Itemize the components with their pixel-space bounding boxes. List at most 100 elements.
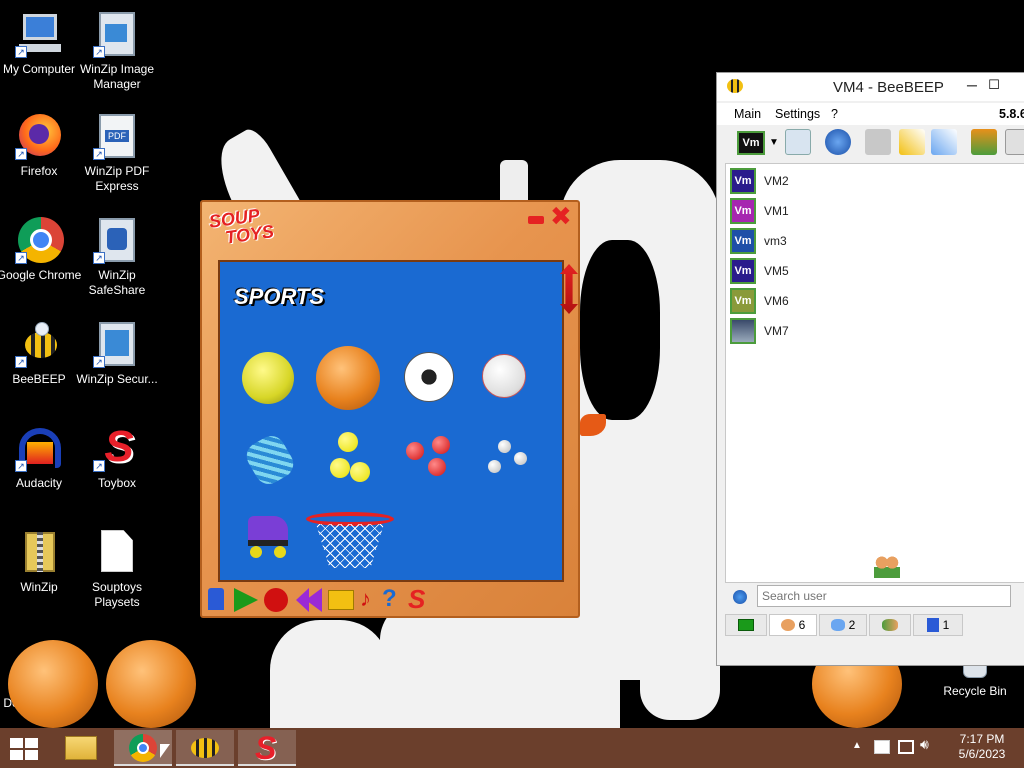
taskbar: S ▲ 🔊︎ 7:17 PM 5/6/2023: [0, 728, 1024, 768]
edit-icon[interactable]: [899, 129, 925, 155]
user-avatar: Vm: [730, 228, 756, 254]
clock[interactable]: 7:17 PM 5/6/2023: [950, 732, 1014, 762]
record-button[interactable]: [264, 588, 288, 612]
user-row-vm7[interactable]: VM7: [730, 318, 789, 344]
baseball-toy[interactable]: [482, 354, 526, 398]
basketball-toy[interactable]: [8, 640, 98, 728]
tennis-ball-toy[interactable]: [242, 352, 294, 404]
red-ball-toy[interactable]: [428, 458, 446, 476]
window-title: VM4 - BeeBEEP: [833, 79, 944, 96]
update-icon[interactable]: [971, 129, 997, 155]
souptoys-s-button[interactable]: S: [408, 584, 430, 614]
roller-skate-toy[interactable]: [244, 512, 292, 560]
soup-toys-logo: SOUP TOYS: [208, 203, 282, 248]
red-ball-toy[interactable]: [406, 442, 424, 460]
profile-icon[interactable]: [785, 129, 811, 155]
taskbar-file-explorer[interactable]: [52, 730, 110, 766]
menu-settings[interactable]: Settings: [775, 107, 820, 121]
user-avatar: [730, 318, 756, 344]
desktop-icon-winzip-secure[interactable]: ↗ WinZip Secur...: [72, 320, 162, 387]
tab-files[interactable]: 1: [913, 614, 963, 636]
desktop-icon-label: Souptoys Playsets: [91, 580, 143, 609]
desktop-icon-toybox[interactable]: S ↗ Toybox: [72, 424, 162, 491]
clock-time: 7:17 PM: [959, 732, 1005, 746]
user-row-vm1[interactable]: Vm VM1: [730, 198, 789, 224]
close-button[interactable]: ✖: [550, 203, 574, 229]
basketball-toy[interactable]: [316, 346, 380, 410]
tab-chat[interactable]: [725, 614, 767, 636]
users-group-icon: [874, 556, 900, 578]
user-avatar: Vm: [730, 168, 756, 194]
rewind-button[interactable]: [296, 588, 322, 612]
user-row-vm5[interactable]: Vm VM5: [730, 258, 789, 284]
desktop-icon-label: Firefox: [20, 164, 58, 178]
slinky-toy[interactable]: [241, 430, 299, 490]
white-ball-toy[interactable]: [488, 460, 501, 473]
document-icon: [93, 528, 141, 576]
wallpaper-figure-lower: [380, 600, 620, 730]
winzip-secure-icon: ↗: [93, 320, 141, 368]
play-button[interactable]: [234, 588, 258, 612]
status-button[interactable]: Vm: [737, 131, 765, 155]
chevron-up-icon[interactable]: ▲: [852, 740, 862, 751]
yellow-ball-toy[interactable]: [350, 462, 370, 482]
desktop-icon-label: Google Chrome: [0, 268, 82, 282]
desktop-icon-label: Toybox: [97, 476, 137, 490]
chevron-down-icon[interactable]: ▼: [769, 137, 779, 148]
yellow-ball-toy[interactable]: [338, 432, 358, 452]
title-bar: VM4 - BeeBEEP ─ ☐: [717, 73, 1024, 101]
desktop-icon-winzip-pdf-express[interactable]: PDF ↗ WinZip PDF Express: [72, 112, 162, 194]
white-ball-toy[interactable]: [514, 452, 527, 465]
stop-button[interactable]: [328, 590, 354, 610]
desktop-icon-label: My Computer: [2, 62, 76, 76]
start-button[interactable]: [10, 738, 38, 760]
help-button[interactable]: ?: [382, 586, 404, 612]
desktop-icon-winzip-image-manager[interactable]: ↗ WinZip Image Manager: [72, 10, 162, 92]
lock-icon[interactable]: [865, 129, 891, 155]
tab-users[interactable]: 6: [769, 614, 817, 636]
network-icon[interactable]: [898, 740, 914, 754]
user-avatar: Vm: [730, 258, 756, 284]
winzip-image-icon: ↗: [93, 10, 141, 58]
maximize-button[interactable]: ☐: [979, 73, 1009, 101]
user-name: vm3: [764, 234, 787, 248]
user-row-vm2[interactable]: Vm VM2: [730, 168, 789, 194]
groups-icon: [882, 619, 898, 631]
computer-icon: ↗: [15, 10, 63, 58]
yellow-ball-toy[interactable]: [330, 458, 350, 478]
desktop-icon-label: WinZip Secur...: [76, 372, 158, 386]
app-bee-icon: [727, 79, 743, 93]
music-button[interactable]: ♪: [360, 586, 382, 612]
tab-chats[interactable]: 2: [819, 614, 867, 636]
desktop-icon-souptoys-playsets[interactable]: Souptoys Playsets: [72, 528, 162, 610]
search-user-input[interactable]: [757, 585, 1011, 607]
action-center-icon[interactable]: [874, 740, 890, 754]
tools-icon[interactable]: [931, 129, 957, 155]
blue-figure-button[interactable]: [208, 588, 224, 610]
network-icon[interactable]: [825, 129, 851, 155]
user-row-vm3[interactable]: Vm vm3: [730, 228, 787, 254]
user-row-vm6[interactable]: Vm VM6: [730, 288, 789, 314]
user-name: VM7: [764, 324, 789, 338]
taskbar-beebeep[interactable]: [176, 730, 234, 766]
audacity-icon: ↗: [15, 424, 63, 472]
desktop-icon-winzip-safeshare[interactable]: ↗ WinZip SafeShare: [72, 216, 162, 298]
menu-help[interactable]: ?: [831, 107, 838, 121]
red-ball-toy[interactable]: [432, 436, 450, 454]
minimize-button[interactable]: [528, 216, 544, 224]
desktop-icon-label: Audacity: [15, 476, 63, 490]
user-avatar: Vm: [730, 288, 756, 314]
toybox-icon: S: [255, 730, 277, 766]
menu-main[interactable]: Main: [734, 107, 761, 121]
taskbar-souptoys[interactable]: S: [238, 730, 296, 766]
tab-groups[interactable]: [869, 614, 911, 636]
users-icon: [780, 619, 795, 631]
basketball-toy[interactable]: [106, 640, 196, 728]
basketball-hoop-toy[interactable]: [306, 512, 396, 572]
scroll-arrows[interactable]: [560, 264, 578, 314]
wallpaper-figure-arm: [640, 420, 720, 720]
soccer-ball-toy[interactable]: [404, 352, 454, 402]
archive-icon[interactable]: [1005, 129, 1024, 155]
volume-icon[interactable]: 🔊︎: [920, 736, 929, 753]
white-ball-toy[interactable]: [498, 440, 511, 453]
